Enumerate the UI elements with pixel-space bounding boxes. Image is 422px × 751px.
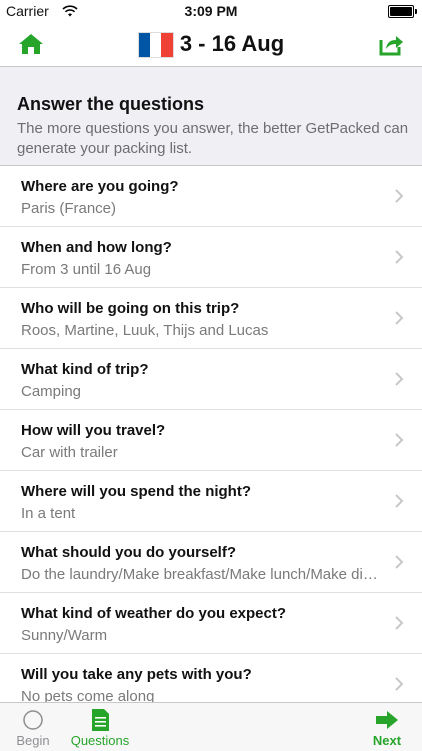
chevron-right-icon: [395, 189, 404, 203]
question-label: What should you do yourself?: [21, 544, 236, 561]
answer-value: Roos, Martine, Luuk, Thijs and Lucas: [21, 322, 269, 339]
arrow-right-icon: [376, 711, 398, 729]
questions-list: Where are you going? Paris (France) When…: [0, 166, 422, 715]
question-row-trip-kind[interactable]: What kind of trip? Camping: [0, 349, 422, 410]
section-description: The more questions you answer, the bette…: [17, 120, 409, 157]
answer-value: Paris (France): [21, 200, 117, 217]
question-row-dates[interactable]: When and how long? From 3 until 16 Aug: [0, 227, 422, 288]
question-row-travellers[interactable]: Who will be going on this trip? Roos, Ma…: [0, 288, 422, 349]
battery-icon: [388, 5, 417, 18]
answer-value: In a tent: [21, 505, 76, 522]
chevron-right-icon: [395, 433, 404, 447]
tab-next[interactable]: Next: [352, 703, 422, 751]
status-bar: Carrier 3:09 PM: [0, 0, 422, 22]
share-icon[interactable]: [378, 32, 404, 56]
navigation-bar: 3 - 16 Aug: [0, 22, 422, 67]
question-row-destination[interactable]: Where are you going? Paris (France): [0, 166, 422, 227]
question-label: Where will you spend the night?: [21, 483, 252, 500]
answer-value: Camping: [21, 383, 82, 400]
tab-questions-label: Questions: [70, 733, 130, 748]
france-flag-icon: [137, 32, 174, 59]
question-label: What kind of trip?: [21, 361, 149, 378]
question-row-tasks[interactable]: What should you do yourself? Do the laun…: [0, 532, 422, 593]
answer-value: Do the laundry/Make breakfast/Make lunch…: [21, 566, 381, 583]
chevron-right-icon: [395, 494, 404, 508]
answer-value: Car with trailer: [21, 444, 118, 461]
answer-value: From 3 until 16 Aug: [21, 261, 152, 278]
tab-bar: Begin Questions Next: [0, 702, 422, 751]
question-label: How will you travel?: [21, 422, 166, 439]
chevron-right-icon: [395, 311, 404, 325]
question-label: Who will be going on this trip?: [21, 300, 240, 317]
question-label: When and how long?: [21, 239, 172, 256]
chevron-right-icon: [395, 677, 404, 691]
trip-dates: 3 - 16 Aug: [179, 31, 285, 56]
chevron-right-icon: [395, 250, 404, 264]
chevron-right-icon: [395, 616, 404, 630]
tab-next-label: Next: [372, 733, 402, 748]
chevron-right-icon: [395, 372, 404, 386]
section-heading: Answer the questions: [17, 94, 205, 114]
status-time: 3:09 PM: [184, 3, 238, 19]
chevron-right-icon: [395, 555, 404, 569]
question-row-accommodation[interactable]: Where will you spend the night? In a ten…: [0, 471, 422, 532]
question-label: Where are you going?: [21, 178, 179, 195]
answer-value: Sunny/Warm: [21, 627, 108, 644]
tab-begin[interactable]: Begin: [0, 703, 66, 751]
question-label: Will you take any pets with you?: [21, 666, 252, 683]
circle-icon: [23, 710, 43, 730]
questions-header: Answer the questions The more questions …: [0, 67, 422, 166]
question-label: What kind of weather do you expect?: [21, 605, 287, 622]
tab-begin-label: Begin: [16, 733, 50, 748]
trip-title: 3 - 16 Aug: [0, 28, 422, 60]
question-row-weather[interactable]: What kind of weather do you expect? Sunn…: [0, 593, 422, 654]
question-row-transport[interactable]: How will you travel? Car with trailer: [0, 410, 422, 471]
document-icon: [92, 709, 109, 731]
tab-questions[interactable]: Questions: [60, 703, 140, 751]
